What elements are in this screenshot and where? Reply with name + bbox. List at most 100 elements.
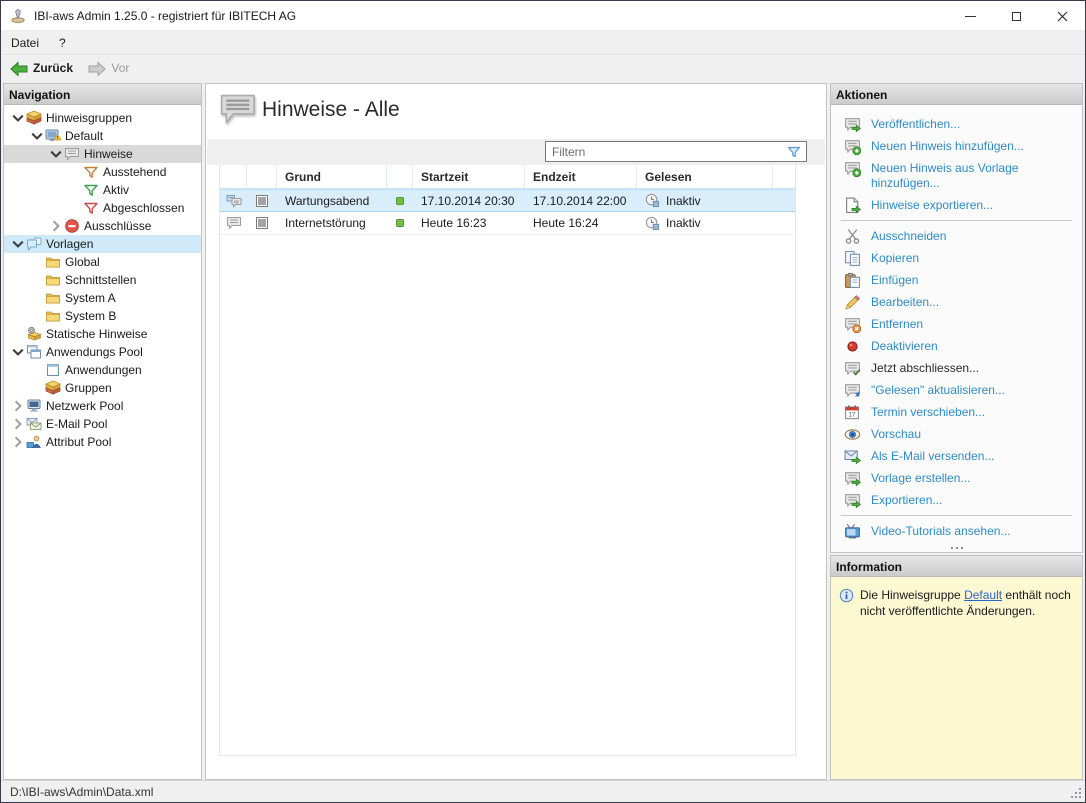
color-box	[256, 195, 268, 207]
scissors-icon	[844, 228, 861, 245]
resize-grip[interactable]	[1069, 786, 1082, 799]
tree-item-ausstehend[interactable]: Ausstehend	[4, 163, 201, 181]
table-row-internetstörung[interactable]: InternetstörungHeute 16:23Heute 16:24Ina…	[220, 212, 795, 235]
chevron-right-icon[interactable]	[10, 398, 26, 414]
tree-item-anwendungen[interactable]: Anwendungen	[4, 361, 201, 379]
filter-input[interactable]	[552, 143, 780, 160]
table-row-wartungsabend[interactable]: Wartungsabend17.10.2014 20:3017.10.2014 …	[220, 189, 795, 212]
menu-item-datei[interactable]: Datei	[1, 31, 49, 54]
action-jetzt-abschliessen[interactable]: Jetzt abschliessen...	[831, 357, 1082, 379]
tree-item-label: Default	[65, 127, 107, 145]
action-neuen-hinweis-hinzufügen[interactable]: Neuen Hinweis hinzufügen...	[831, 135, 1082, 157]
back-arrow-icon	[10, 61, 28, 76]
action-vorschau[interactable]: Vorschau	[831, 423, 1082, 445]
funnel-green-icon	[83, 182, 99, 198]
back-button[interactable]: Zurück	[4, 55, 79, 81]
action-gelesen-aktualisieren[interactable]: "Gelesen" aktualisieren...	[831, 379, 1082, 401]
chevron-right-icon[interactable]	[48, 218, 64, 234]
tree-item-abgeschlossen[interactable]: Abgeschlossen	[4, 199, 201, 217]
tree-item-label: System B	[65, 307, 120, 325]
column-header-endzeit[interactable]: Endzeit	[525, 165, 637, 188]
close-button[interactable]	[1039, 1, 1085, 31]
action-exportieren[interactable]: Exportieren...	[831, 489, 1082, 511]
chevron-down-icon[interactable]	[10, 236, 26, 252]
action-label: Als E-Mail versenden...	[871, 449, 994, 463]
chevron-right-icon[interactable]	[10, 416, 26, 432]
action-label: Bearbeiten...	[871, 295, 939, 309]
navigation-panel-header: Navigation	[4, 84, 201, 105]
status-dot-cell	[387, 219, 413, 227]
column-header-startzeit[interactable]: Startzeit	[413, 165, 525, 188]
action-kopieren[interactable]: Kopieren	[831, 247, 1082, 269]
panel-splitter-handle[interactable]	[951, 547, 963, 549]
tree-item-label: Hinweisgruppen	[46, 109, 136, 127]
monitor-warning-icon	[45, 128, 61, 144]
action-einfügen[interactable]: Einfügen	[831, 269, 1082, 291]
gelesen-cell: Inaktiv	[637, 193, 773, 208]
column-header-blank[interactable]	[387, 165, 413, 188]
tree-item-label: Anwendungen	[65, 361, 146, 379]
tree-item-system-a[interactable]: System A	[4, 289, 201, 307]
row-color-cell	[247, 195, 277, 207]
action-deaktivieren[interactable]: Deaktivieren	[831, 335, 1082, 357]
gelesen-value: Inaktiv	[666, 194, 701, 208]
action-label: Deaktivieren	[871, 339, 938, 353]
chevron-down-icon[interactable]	[10, 110, 26, 126]
expander-spacer	[67, 182, 83, 198]
column-header-blank[interactable]	[247, 165, 277, 188]
chevron-down-icon[interactable]	[29, 128, 45, 144]
maximize-button[interactable]	[993, 1, 1039, 31]
action-ausschneiden[interactable]: Ausschneiden	[831, 225, 1082, 247]
tree-item-netzwerk-pool[interactable]: Netzwerk Pool	[4, 397, 201, 415]
tree-item-gruppen[interactable]: Gruppen	[4, 379, 201, 397]
tree-item-vorlagen[interactable]: Vorlagen	[4, 235, 201, 253]
tree-item-e-mail-pool[interactable]: E-Mail Pool	[4, 415, 201, 433]
column-header-grund[interactable]: Grund	[277, 165, 387, 188]
default-group-link[interactable]: Default	[964, 588, 1002, 602]
navigation-tree: HinweisgruppenDefaultHinweiseAusstehendA…	[4, 105, 201, 779]
action-entfernen[interactable]: Entfernen	[831, 313, 1082, 335]
minimize-icon	[965, 16, 976, 17]
action-video-tutorials-ansehen[interactable]: Video-Tutorials ansehen...	[831, 520, 1082, 542]
action-neuen-hinweis-aus-vorlage-hinzufügen[interactable]: Neuen Hinweis aus Vorlage hinzufügen...	[831, 157, 1082, 194]
action-als-e-mail-versenden[interactable]: Als E-Mail versenden...	[831, 445, 1082, 467]
package-icon	[26, 110, 42, 126]
chevron-right-icon[interactable]	[10, 434, 26, 450]
chevron-down-icon[interactable]	[10, 344, 26, 360]
menu-item-help[interactable]: ?	[49, 31, 76, 54]
bubble-refresh-icon	[844, 382, 861, 399]
action-label: Ausschneiden	[871, 229, 946, 243]
app-icon	[10, 8, 26, 24]
action-vorlage-erstellen[interactable]: Vorlage erstellen...	[831, 467, 1082, 489]
column-header-blank[interactable]	[220, 165, 247, 188]
page-title: Hinweise - Alle	[262, 98, 400, 122]
tree-item-schnittstellen[interactable]: Schnittstellen	[4, 271, 201, 289]
windows-stack-icon	[26, 344, 42, 360]
tree-item-system-b[interactable]: System B	[4, 307, 201, 325]
tree-item-statische-hinweise[interactable]: Statische Hinweise	[4, 325, 201, 343]
action-termin-verschieben[interactable]: 17Termin verschieben...	[831, 401, 1082, 423]
filter-funnel-icon[interactable]	[786, 144, 802, 160]
action-label: "Gelesen" aktualisieren...	[871, 383, 1005, 397]
action-veröffentlichen[interactable]: Veröffentlichen...	[831, 113, 1082, 135]
column-header-gelesen[interactable]: Gelesen	[637, 165, 773, 188]
close-icon	[1057, 11, 1068, 22]
action-hinweise-exportieren[interactable]: Hinweise exportieren...	[831, 194, 1082, 216]
main-region: Navigation HinweisgruppenDefaultHinweise…	[1, 81, 1085, 780]
tree-item-attribut-pool[interactable]: Attribut Pool	[4, 433, 201, 451]
tree-item-hinweise[interactable]: Hinweise	[4, 145, 201, 163]
tree-item-global[interactable]: Global	[4, 253, 201, 271]
tree-item-anwendungs-pool[interactable]: Anwendungs Pool	[4, 343, 201, 361]
startzeit-cell: 17.10.2014 20:30	[413, 194, 525, 208]
grund-cell: Internetstörung	[277, 216, 387, 230]
minimize-button[interactable]	[947, 1, 993, 31]
tree-item-default[interactable]: Default	[4, 127, 201, 145]
bubble-gray-icon	[226, 215, 242, 231]
tree-item-aktiv[interactable]: Aktiv	[4, 181, 201, 199]
forward-button[interactable]: Vor	[82, 55, 135, 81]
tree-item-hinweisgruppen[interactable]: Hinweisgruppen	[4, 109, 201, 127]
tree-item-ausschlüsse[interactable]: Ausschlüsse	[4, 217, 201, 235]
chevron-down-icon[interactable]	[48, 146, 64, 162]
actions-separator	[841, 515, 1072, 516]
action-bearbeiten[interactable]: Bearbeiten...	[831, 291, 1082, 313]
